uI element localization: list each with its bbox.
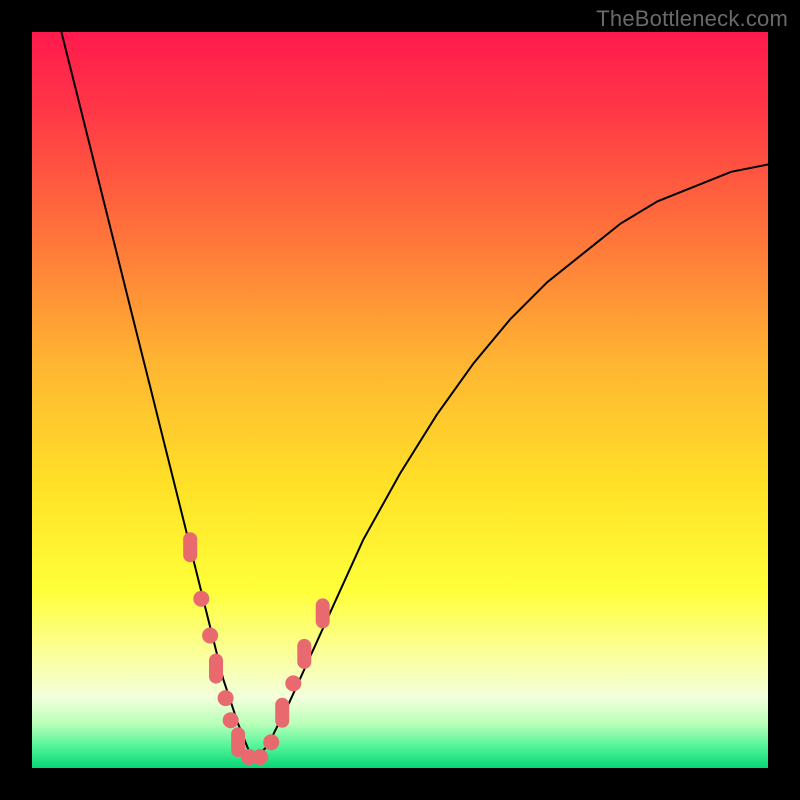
marker-dot: [223, 712, 239, 728]
marker-capsule: [297, 639, 311, 669]
bottleneck-curve: [32, 32, 768, 768]
marker-capsule: [209, 654, 223, 684]
marker-capsule: [183, 532, 197, 562]
chart-frame: TheBottleneck.com: [0, 0, 800, 800]
watermark-text: TheBottleneck.com: [596, 6, 788, 32]
gpu-markers: [183, 532, 330, 765]
marker-dot: [193, 591, 209, 607]
marker-dot: [202, 628, 218, 644]
marker-capsule: [275, 698, 289, 728]
curve-line: [61, 32, 768, 761]
plot-area: [32, 32, 768, 768]
marker-capsule: [316, 598, 330, 628]
marker-dot: [285, 675, 301, 691]
marker-dot: [252, 749, 268, 765]
marker-dot: [263, 734, 279, 750]
marker-dot: [218, 690, 234, 706]
